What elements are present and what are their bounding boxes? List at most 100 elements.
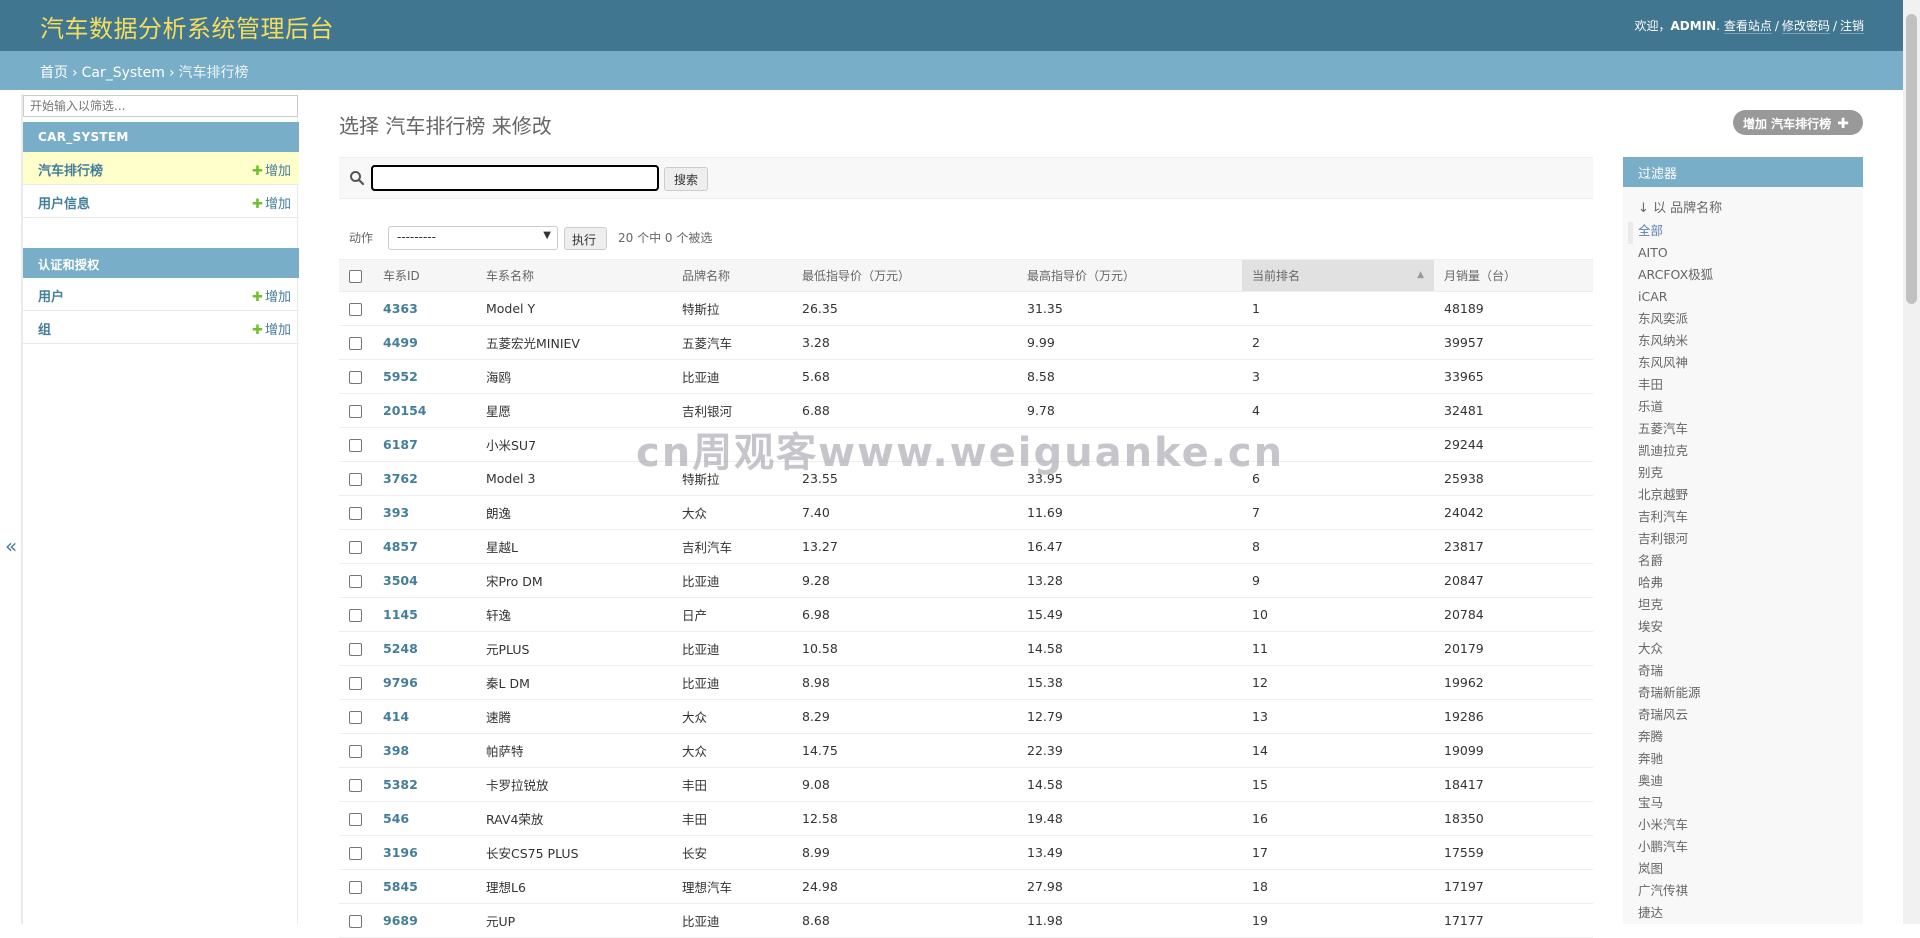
filter-option-link[interactable]: 名爵 — [1638, 553, 1663, 568]
filter-option-link[interactable]: 东风奕派 — [1638, 311, 1688, 326]
column-header-brand[interactable]: 品牌名称 — [672, 259, 792, 292]
row-checkbox[interactable] — [349, 303, 362, 316]
row-checkbox[interactable] — [349, 473, 362, 486]
filter-option-link[interactable]: 东风风神 — [1638, 355, 1688, 370]
column-header-max-price[interactable]: 最高指导价（万元） — [1017, 259, 1242, 292]
series-id-link[interactable]: 414 — [383, 709, 409, 724]
series-id-link[interactable]: 4499 — [383, 335, 418, 350]
sidebar-item-groups[interactable]: 组 ✚ 增加 — [23, 311, 299, 344]
row-checkbox[interactable] — [349, 779, 362, 792]
sidebar-item-car-ranking[interactable]: 汽车排行榜 ✚ 增加 — [23, 152, 299, 185]
series-id-link[interactable]: 4857 — [383, 539, 418, 554]
series-id-link[interactable]: 393 — [383, 505, 409, 520]
row-checkbox[interactable] — [349, 711, 362, 724]
filter-option-link[interactable]: 奔驰 — [1638, 751, 1663, 766]
filter-option-link[interactable]: 奥迪 — [1638, 773, 1663, 788]
filter-option-link[interactable]: 乐道 — [1638, 399, 1663, 414]
filter-option-link[interactable]: 大众 — [1638, 641, 1663, 656]
toggle-nav-sidebar[interactable]: « — [0, 94, 22, 924]
series-id-link[interactable]: 20154 — [383, 403, 427, 418]
search-input[interactable] — [371, 165, 659, 191]
filter-option-link[interactable]: 捷达 — [1638, 905, 1663, 920]
add-link[interactable]: ✚ 增加 — [252, 193, 291, 212]
filter-option-link[interactable]: 五菱汽车 — [1638, 421, 1688, 436]
module-caption[interactable]: 认证和授权 — [23, 248, 299, 278]
filter-option-link[interactable]: 小鹏汽车 — [1638, 839, 1688, 854]
sidebar-item-label[interactable]: 用户信息 — [38, 197, 90, 212]
filter-option-link[interactable]: 别克 — [1638, 465, 1663, 480]
add-link[interactable]: ✚ 增加 — [252, 286, 291, 305]
sidebar-item-label[interactable]: 组 — [38, 323, 51, 338]
module-caption[interactable]: CAR_SYSTEM — [23, 122, 299, 152]
row-checkbox[interactable] — [349, 337, 362, 350]
row-checkbox[interactable] — [349, 915, 362, 928]
series-id-link[interactable]: 9689 — [383, 913, 418, 928]
column-header-min-price[interactable]: 最低指导价（万元） — [792, 259, 1017, 292]
series-id-link[interactable]: 1145 — [383, 607, 418, 622]
series-id-link[interactable]: 398 — [383, 743, 409, 758]
row-checkbox[interactable] — [349, 813, 362, 826]
column-header-rank[interactable]: 当前排名 ▲ — [1242, 259, 1434, 292]
column-header-series-name[interactable]: 车系名称 — [476, 259, 672, 292]
row-checkbox[interactable] — [349, 371, 362, 384]
sort-ascending-icon[interactable]: ▲ — [1417, 270, 1424, 280]
filter-option-link[interactable]: 奔腾 — [1638, 729, 1663, 744]
column-header-id[interactable]: 车系ID — [373, 259, 476, 292]
row-checkbox[interactable] — [349, 881, 362, 894]
filter-option-link[interactable]: 埃安 — [1638, 619, 1663, 634]
change-password-link[interactable]: 修改密码 — [1781, 19, 1830, 34]
filter-option-link[interactable]: 吉利银河 — [1638, 531, 1688, 546]
filter-option-link[interactable]: AITO — [1638, 245, 1668, 260]
series-id-link[interactable]: 3504 — [383, 573, 418, 588]
series-id-link[interactable]: 5952 — [383, 369, 418, 384]
row-checkbox[interactable] — [349, 541, 362, 554]
add-link[interactable]: ✚ 增加 — [252, 160, 291, 179]
add-car-ranking-button[interactable]: 增加 汽车排行榜 ✚ — [1733, 110, 1863, 135]
row-checkbox[interactable] — [349, 643, 362, 656]
filter-option-link[interactable]: 东风纳米 — [1638, 333, 1688, 348]
filter-option-link[interactable]: 奇瑞新能源 — [1638, 685, 1701, 700]
series-id-link[interactable]: 4363 — [383, 301, 418, 316]
nav-filter-input[interactable] — [23, 95, 298, 117]
filter-option-link[interactable]: iCAR — [1638, 289, 1667, 304]
series-id-link[interactable]: 5382 — [383, 777, 418, 792]
row-checkbox[interactable] — [349, 405, 362, 418]
row-checkbox[interactable] — [349, 609, 362, 622]
filter-option-link[interactable]: 凯迪拉克 — [1638, 443, 1688, 458]
row-checkbox[interactable] — [349, 575, 362, 588]
select-all-checkbox[interactable] — [349, 269, 362, 283]
filter-option-link[interactable]: ARCFOX极狐 — [1638, 267, 1713, 282]
go-button[interactable]: 执行 — [564, 227, 607, 250]
series-id-link[interactable]: 5248 — [383, 641, 418, 656]
filter-option-link[interactable]: 奇瑞风云 — [1638, 707, 1688, 722]
add-link[interactable]: ✚ 增加 — [252, 319, 291, 338]
filter-option-link[interactable]: 丰田 — [1638, 377, 1663, 392]
view-site-link[interactable]: 查看站点 — [1723, 19, 1772, 34]
series-id-link[interactable]: 6187 — [383, 437, 418, 452]
filter-option-link[interactable]: 坦克 — [1638, 597, 1663, 612]
filter-option-link[interactable]: 小米汽车 — [1638, 817, 1688, 832]
column-header-monthly-sales[interactable]: 月销量（台） — [1434, 259, 1593, 292]
scrollbar-thumb[interactable] — [1906, 14, 1917, 304]
logout-link[interactable]: 注销 — [1839, 19, 1864, 34]
series-id-link[interactable]: 9796 — [383, 675, 418, 690]
page-scrollbar[interactable] — [1903, 0, 1920, 924]
filter-option-link[interactable]: 广汽传祺 — [1638, 883, 1688, 898]
series-id-link[interactable]: 5845 — [383, 879, 418, 894]
sidebar-item-label[interactable]: 汽车排行榜 — [38, 164, 103, 179]
filter-option-link[interactable]: 吉利汽车 — [1638, 509, 1688, 524]
action-select[interactable]: --------- ▼ — [388, 226, 558, 250]
row-checkbox[interactable] — [349, 439, 362, 452]
filter-option-link[interactable]: 奇瑞 — [1638, 663, 1663, 678]
site-name[interactable]: 汽车数据分析系统管理后台 — [40, 9, 334, 44]
filter-option-link[interactable]: 岚图 — [1638, 861, 1663, 876]
series-id-link[interactable]: 3762 — [383, 471, 418, 486]
filter-option-link[interactable]: 全部 — [1638, 223, 1663, 238]
filter-option-link[interactable]: 北京越野 — [1638, 487, 1688, 502]
row-checkbox[interactable] — [349, 677, 362, 690]
row-checkbox[interactable] — [349, 507, 362, 520]
row-checkbox[interactable] — [349, 847, 362, 860]
series-id-link[interactable]: 3196 — [383, 845, 418, 860]
breadcrumb-home[interactable]: 首页 — [40, 65, 68, 81]
sidebar-item-user-info[interactable]: 用户信息 ✚ 增加 — [23, 185, 299, 218]
